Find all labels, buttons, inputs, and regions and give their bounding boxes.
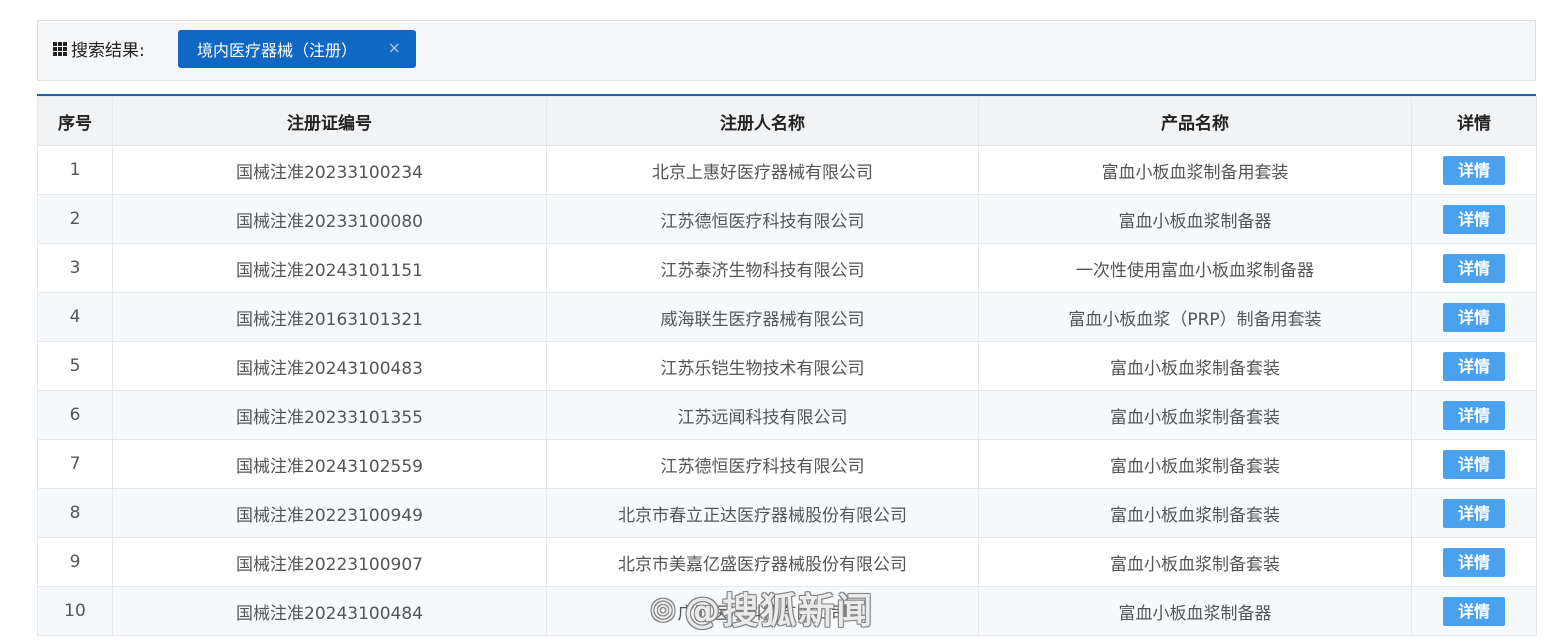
- search-results-label: 搜索结果:: [53, 36, 145, 61]
- cell-cert-number: 国械注准20163101321: [112, 292, 547, 342]
- cell-details: 详情: [1411, 586, 1537, 636]
- grid-icon: [53, 41, 67, 56]
- cell-product: 富血小板血浆制备套装: [978, 439, 1412, 489]
- header-product: 产品名称: [978, 96, 1412, 146]
- cell-index: 6: [37, 390, 113, 440]
- details-button[interactable]: 详情: [1443, 253, 1505, 283]
- cell-index: 3: [37, 243, 113, 293]
- cell-index: 7: [37, 439, 113, 489]
- results-table: 序号 注册证编号 注册人名称 产品名称 详情 1 国械注准20233100234 北…: [37, 96, 1537, 636]
- table-row: 6 国械注准20233101355 江苏远闻科技有限公司 富血小板血浆制备套装 详情: [37, 390, 1537, 440]
- cell-registrant: 江苏远闻科技有限公司: [546, 390, 979, 440]
- header-index: 序号: [37, 96, 113, 146]
- cell-product: 富血小板血浆制备器: [978, 586, 1412, 636]
- cell-registrant: 江苏德恒医疗科技有限公司: [546, 439, 979, 489]
- details-button[interactable]: 详情: [1443, 302, 1505, 332]
- table-row: 4 国械注准20163101321 威海联生医疗器械有限公司 富血小板血浆（PRP）制…: [37, 292, 1537, 342]
- results-table-container: 序号 注册证编号 注册人名称 产品名称 详情 1 国械注准20233100234 北…: [37, 94, 1537, 636]
- table-row: 2 国械注准20233100080 江苏德恒医疗科技有限公司 富血小板血浆制备器 详情: [37, 194, 1537, 244]
- cell-cert-number: 国械注准20243102559: [112, 439, 547, 489]
- details-button[interactable]: 详情: [1443, 400, 1505, 430]
- sohu-news-watermark: ◎ @搜狐新闻: [650, 582, 874, 634]
- table-row: 9 国械注准20223100907 北京市美嘉亿盛医疗器械股份有限公司 富血小板血浆制…: [37, 537, 1537, 587]
- cell-cert-number: 国械注准20233101355: [112, 390, 547, 440]
- header-cert-number: 注册证编号: [112, 96, 547, 146]
- weibo-logo-icon: ◎: [650, 590, 679, 626]
- search-results-text: 搜索结果:: [71, 41, 145, 61]
- cell-index: 4: [37, 292, 113, 342]
- cell-details: 详情: [1411, 341, 1537, 391]
- cell-index: 5: [37, 341, 113, 391]
- details-button[interactable]: 详情: [1443, 547, 1505, 577]
- cell-index: 9: [37, 537, 113, 587]
- cell-cert-number: 国械注准20233100234: [112, 145, 547, 195]
- table-row: 5 国械注准20243100483 江苏乐铠生物技术有限公司 富血小板血浆制备套装 详情: [37, 341, 1537, 391]
- cell-cert-number: 国械注准20223100949: [112, 488, 547, 538]
- cell-details: 详情: [1411, 537, 1537, 587]
- cell-index: 1: [37, 145, 113, 195]
- details-button[interactable]: 详情: [1443, 596, 1505, 626]
- filter-tag-label: 境内医疗器械（注册）: [197, 41, 358, 60]
- details-button[interactable]: 详情: [1443, 449, 1505, 479]
- table-row: 7 国械注准20243102559 江苏德恒医疗科技有限公司 富血小板血浆制备套装 详情: [37, 439, 1537, 489]
- header-details: 详情: [1411, 96, 1537, 146]
- cell-cert-number: 国械注准20243100483: [112, 341, 547, 391]
- cell-registrant: 北京市春立正达医疗器械股份有限公司: [546, 488, 979, 538]
- cell-details: 详情: [1411, 145, 1537, 195]
- table-row: 1 国械注准20233100234 北京上惠好医疗器械有限公司 富血小板血浆制备用套装…: [37, 145, 1537, 195]
- cell-registrant: 江苏泰济生物科技有限公司: [546, 243, 979, 293]
- cell-product: 富血小板血浆制备套装: [978, 341, 1412, 391]
- cell-registrant: 北京市美嘉亿盛医疗器械股份有限公司: [546, 537, 979, 587]
- cell-registrant: 北京上惠好医疗器械有限公司: [546, 145, 979, 195]
- cell-details: 详情: [1411, 292, 1537, 342]
- cell-index: 2: [37, 194, 113, 244]
- cell-cert-number: 国械注准20243100484: [112, 586, 547, 636]
- cell-product: 富血小板血浆制备器: [978, 194, 1412, 244]
- search-results-bar: 搜索结果: 境内医疗器械（注册） ×: [37, 20, 1536, 81]
- table-row: 3 国械注准20243101151 江苏泰济生物科技有限公司 一次性使用富血小板血浆制…: [37, 243, 1537, 293]
- close-icon[interactable]: ×: [388, 38, 401, 57]
- cell-index: 10: [37, 586, 113, 636]
- cell-product: 一次性使用富血小板血浆制备器: [978, 243, 1412, 293]
- cell-details: 详情: [1411, 194, 1537, 244]
- watermark-text: @搜狐新闻: [684, 591, 875, 632]
- table-row: 8 国械注准20223100949 北京市春立正达医疗器械股份有限公司 富血小板血浆制…: [37, 488, 1537, 538]
- details-button[interactable]: 详情: [1443, 351, 1505, 381]
- cell-cert-number: 国械注准20223100907: [112, 537, 547, 587]
- details-button[interactable]: 详情: [1443, 498, 1505, 528]
- cell-index: 8: [37, 488, 113, 538]
- cell-details: 详情: [1411, 439, 1537, 489]
- details-button[interactable]: 详情: [1443, 155, 1505, 185]
- table-header-row: 序号 注册证编号 注册人名称 产品名称 详情: [37, 96, 1537, 146]
- cell-product: 富血小板血浆制备套装: [978, 390, 1412, 440]
- cell-details: 详情: [1411, 243, 1537, 293]
- cell-product: 富血小板血浆制备用套装: [978, 145, 1412, 195]
- cell-details: 详情: [1411, 488, 1537, 538]
- cell-registrant: 威海联生医疗器械有限公司: [546, 292, 979, 342]
- cell-registrant: 江苏德恒医疗科技有限公司: [546, 194, 979, 244]
- cell-product: 富血小板血浆制备套装: [978, 537, 1412, 587]
- cell-product: 富血小板血浆（PRP）制备用套装: [978, 292, 1412, 342]
- cell-product: 富血小板血浆制备套装: [978, 488, 1412, 538]
- details-button[interactable]: 详情: [1443, 204, 1505, 234]
- cell-cert-number: 国械注准20233100080: [112, 194, 547, 244]
- filter-tag[interactable]: 境内医疗器械（注册） ×: [178, 30, 416, 68]
- cell-registrant: 江苏乐铠生物技术有限公司: [546, 341, 979, 391]
- cell-cert-number: 国械注准20243101151: [112, 243, 547, 293]
- cell-details: 详情: [1411, 390, 1537, 440]
- header-registrant: 注册人名称: [546, 96, 979, 146]
